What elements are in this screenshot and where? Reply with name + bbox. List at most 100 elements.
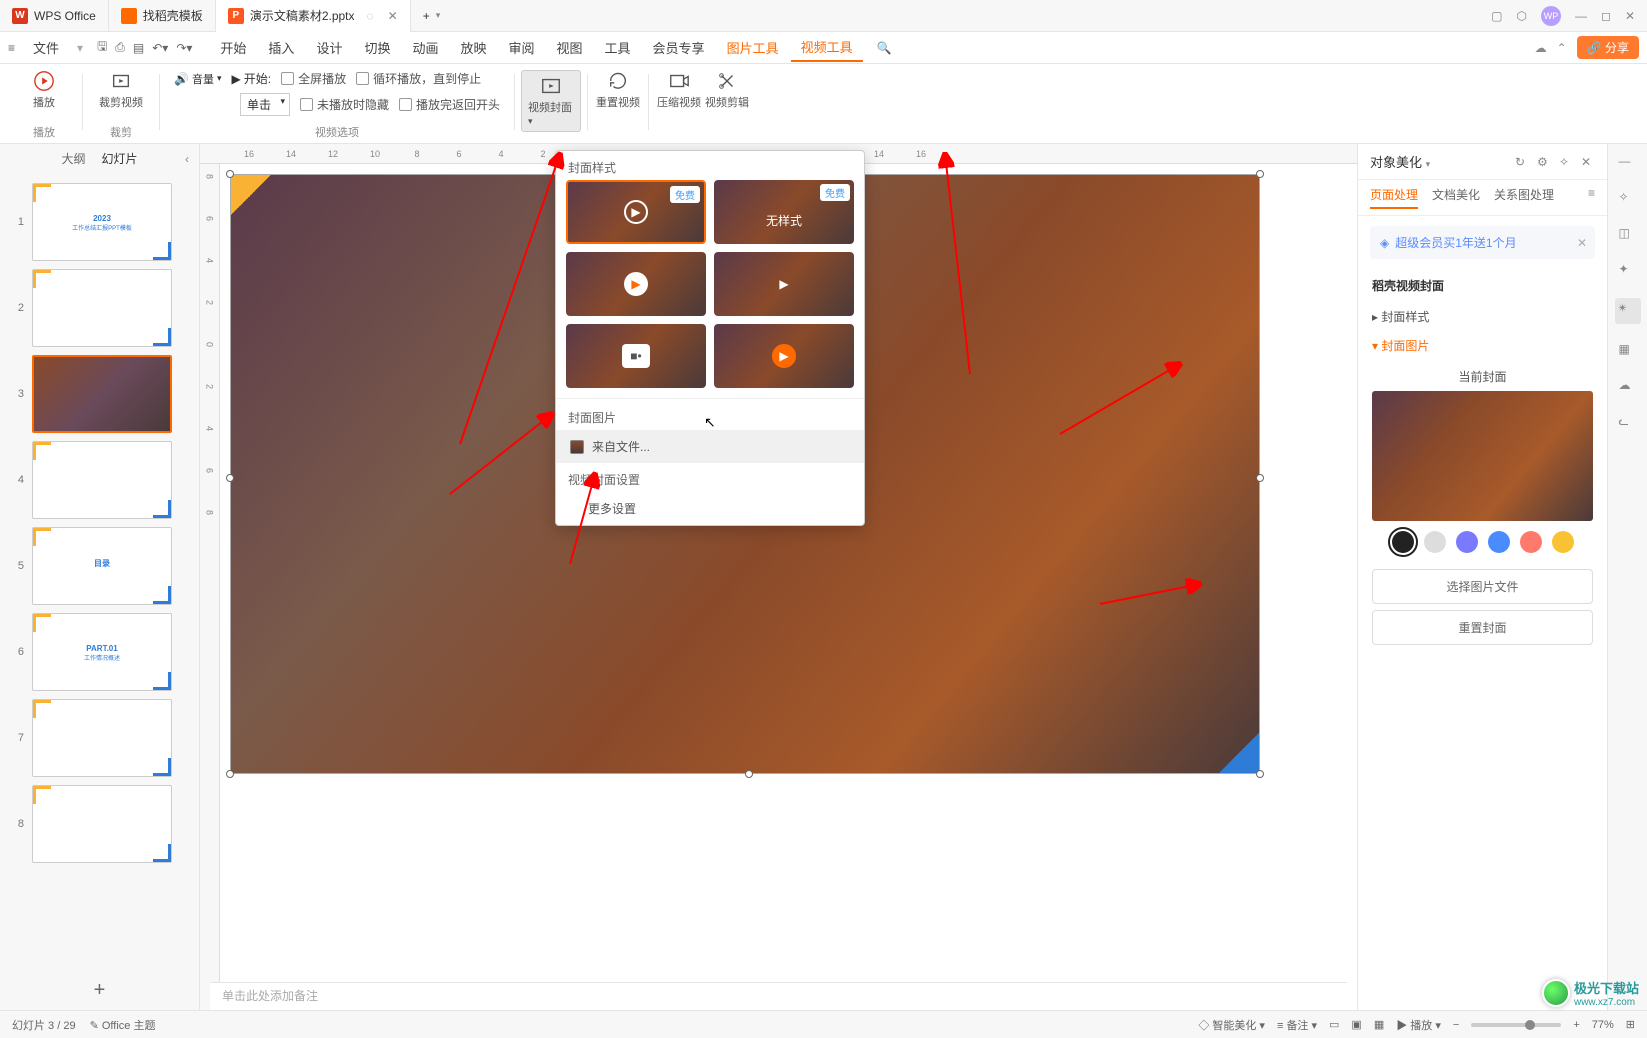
slide-thumb[interactable]: 12023工作总结汇报PPT模板 [0, 179, 199, 265]
fullscreen-checkbox[interactable]: 全屏播放 [281, 70, 346, 87]
more-icon[interactable]: ≡ [1588, 186, 1595, 209]
rp-tab-relation[interactable]: 关系图处理 [1494, 186, 1554, 209]
resize-handle[interactable] [226, 474, 234, 482]
rail-layers-icon[interactable]: ◫ [1619, 226, 1637, 244]
minimize-icon[interactable]: — [1575, 9, 1587, 23]
color-black[interactable] [1392, 531, 1414, 553]
select-image-button[interactable]: 选择图片文件 [1372, 569, 1593, 604]
resize-handle[interactable] [226, 770, 234, 778]
sorter-view-icon[interactable]: ▦ [1374, 1018, 1384, 1031]
link-cover-image[interactable]: ▾ 封面图片 [1372, 331, 1593, 360]
collapse-icon[interactable]: ‹ [185, 152, 189, 166]
slide-thumb[interactable]: 3 [0, 351, 199, 437]
resize-handle[interactable] [745, 770, 753, 778]
cover-style-4[interactable]: ▶ [714, 252, 854, 316]
cover-style-6[interactable]: ▶ [714, 324, 854, 388]
refresh-icon[interactable]: ↻ [1515, 155, 1529, 169]
slide-thumb[interactable]: 7 [0, 695, 199, 781]
notes-placeholder[interactable]: 单击此处添加备注 [210, 982, 1347, 1010]
tab-outline[interactable]: 大纲 [61, 150, 85, 167]
resize-handle[interactable] [1256, 170, 1264, 178]
compress-video-button[interactable]: 压缩视频 [655, 70, 703, 110]
rail-animation-icon[interactable]: ✦ [1619, 262, 1637, 280]
zoom-slider[interactable] [1471, 1023, 1561, 1027]
file-menu[interactable]: 文件 [23, 34, 69, 61]
menu-tools[interactable]: 工具 [595, 34, 641, 61]
link-cover-style[interactable]: ▸ 封面样式 [1372, 302, 1593, 331]
reset-video-button[interactable]: 重置视频 [594, 70, 642, 110]
rp-tab-doc[interactable]: 文档美化 [1432, 186, 1480, 209]
color-purple[interactable] [1456, 531, 1478, 553]
present-icon[interactable]: ▶ 播放 ▾ [1396, 1017, 1441, 1033]
redo-icon[interactable]: ↷▾ [176, 41, 192, 55]
menu-member[interactable]: 会员专享 [643, 34, 715, 61]
fit-icon[interactable]: ⊞ [1626, 1018, 1635, 1031]
menu-insert[interactable]: 插入 [258, 34, 304, 61]
add-slide-button[interactable]: + [0, 971, 199, 1010]
more-settings-item[interactable]: 更多设置 [556, 492, 864, 525]
collapse-icon[interactable]: ⌃ [1557, 41, 1567, 55]
menu-start[interactable]: 开始 [210, 34, 256, 61]
menu-transition[interactable]: 切换 [354, 34, 400, 61]
reader-mode-icon[interactable]: ▢ [1491, 9, 1502, 23]
theme-indicator[interactable]: ✎ Office 主题 [90, 1017, 156, 1033]
rewind-checkbox[interactable]: 播放完返回开头 [399, 96, 500, 113]
close-pane-icon[interactable]: ✕ [1581, 155, 1595, 169]
maximize-icon[interactable]: ◻ [1601, 9, 1611, 23]
settings-icon[interactable]: ⚙ [1537, 155, 1551, 169]
trim-video-button[interactable]: 视频剪辑 [703, 70, 751, 110]
normal-view-icon[interactable]: ▣ [1351, 1018, 1361, 1031]
start-select[interactable]: 单击 ▾ [240, 93, 290, 116]
tab-slides[interactable]: 幻灯片 [102, 150, 138, 167]
rail-star-icon[interactable]: ✧ [1619, 190, 1637, 208]
cover-style-none[interactable]: 免费 无样式 [714, 180, 854, 244]
share-button[interactable]: 🔗 分享 [1577, 36, 1639, 59]
color-yellow[interactable] [1552, 531, 1574, 553]
color-coral[interactable] [1520, 531, 1542, 553]
rp-tab-page[interactable]: 页面处理 [1370, 186, 1418, 209]
cover-style-3[interactable]: ▶ [566, 252, 706, 316]
cloud-icon[interactable]: ☁ [1535, 41, 1547, 55]
promo-banner[interactable]: ◈ 超级会员买1年送1个月 ✕ [1370, 226, 1595, 259]
pin-icon[interactable]: ✧ [1559, 155, 1573, 169]
rail-cloud-icon[interactable]: ☁ [1619, 378, 1637, 396]
slide-thumb[interactable]: 4 [0, 437, 199, 523]
search-icon[interactable]: 🔍 [877, 41, 892, 55]
tab-close-icon[interactable]: ✕ [388, 9, 398, 23]
crop-video-button[interactable]: 裁剪视频 [97, 70, 145, 110]
resize-handle[interactable] [1256, 474, 1264, 482]
tab-document[interactable]: P 演示文稿素材2.pptx ◌ ✕ [216, 0, 411, 32]
cover-style-5[interactable]: ■• [566, 324, 706, 388]
resize-handle[interactable] [226, 170, 234, 178]
volume-button[interactable]: 🔊音量▾ [174, 71, 221, 87]
tab-templates[interactable]: 找稻壳模板 [109, 0, 216, 32]
user-avatar[interactable]: WP [1541, 6, 1561, 26]
play-button[interactable]: 播放 [20, 70, 68, 110]
rail-pet-icon[interactable]: ᓚ [1619, 414, 1637, 432]
reset-cover-button[interactable]: 重置封面 [1372, 610, 1593, 645]
zoom-value[interactable]: 77% [1592, 1019, 1614, 1031]
undo-icon[interactable]: ↶▾ [152, 41, 168, 55]
menu-animation[interactable]: 动画 [402, 34, 448, 61]
loop-checkbox[interactable]: 循环播放，直到停止 [356, 70, 481, 87]
zoom-out-icon[interactable]: − [1453, 1019, 1459, 1031]
from-file-item[interactable]: 来自文件... [556, 430, 864, 463]
cube-icon[interactable]: ⬡ [1516, 9, 1526, 23]
slide-thumb[interactable]: 8 [0, 781, 199, 867]
menu-icon[interactable]: ≡ [8, 41, 15, 55]
promo-close-icon[interactable]: ✕ [1577, 236, 1587, 250]
new-tab-button[interactable]: + ▾ [411, 0, 453, 32]
smart-beautify-button[interactable]: ◇ 智能美化 ▾ [1198, 1017, 1265, 1033]
slide-thumb[interactable]: 2 [0, 265, 199, 351]
menu-review[interactable]: 审阅 [499, 34, 545, 61]
hide-checkbox[interactable]: 未播放时隐藏 [300, 96, 389, 113]
print-icon[interactable]: ⎙ [115, 40, 125, 55]
menu-slideshow[interactable]: 放映 [450, 34, 496, 61]
cover-style-1[interactable]: 免费 ▶ [566, 180, 706, 244]
save-icon[interactable]: 🖫 [97, 37, 107, 58]
rail-resource-icon[interactable]: ▦ [1619, 342, 1637, 360]
menu-picture-tools[interactable]: 图片工具 [717, 34, 789, 61]
preview-icon[interactable]: ▤ [133, 41, 144, 55]
close-icon[interactable]: ✕ [1625, 9, 1635, 23]
menu-video-tools[interactable]: 视频工具 [791, 33, 863, 62]
